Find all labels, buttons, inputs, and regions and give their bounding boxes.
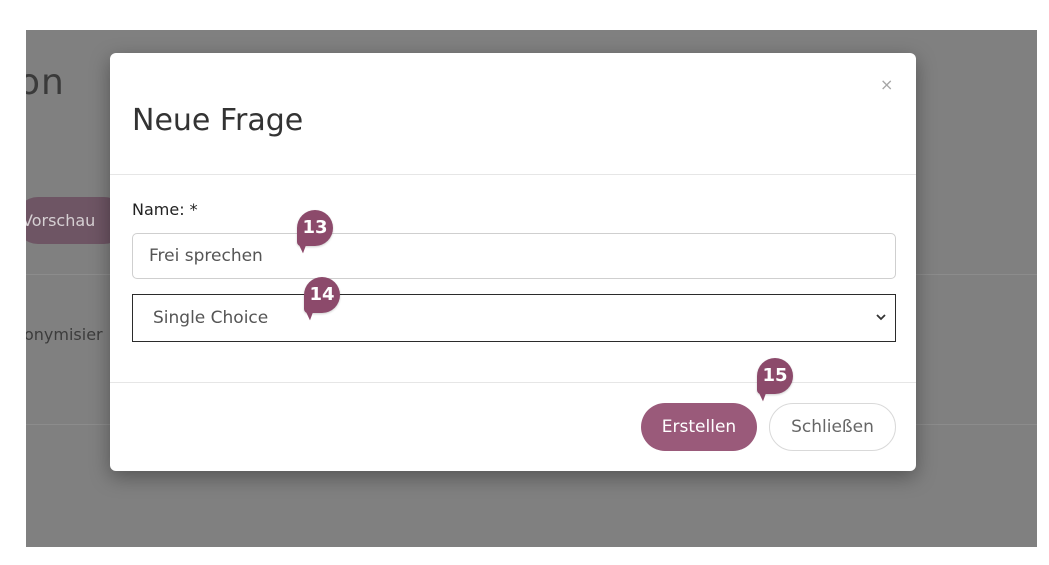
dialog-title: Neue Frage	[132, 103, 304, 138]
background-preview-label: Vorschau	[26, 211, 96, 230]
dialog-header: Neue Frage ×	[110, 53, 916, 175]
step-marker: 13	[297, 210, 333, 246]
create-button[interactable]: Erstellen	[641, 403, 757, 451]
step-marker: 14	[304, 277, 340, 313]
question-type-value: Single Choice	[153, 308, 269, 328]
name-label: Name: *	[132, 200, 198, 219]
step-marker: 15	[757, 358, 793, 394]
chevron-down-icon	[875, 295, 887, 361]
close-button[interactable]: Schließen	[769, 403, 896, 451]
close-icon[interactable]: ×	[880, 75, 893, 94]
background-anonymise-text: onymisier	[26, 325, 103, 344]
name-input[interactable]	[132, 233, 896, 279]
dialog-footer-divider	[110, 382, 916, 383]
background-page-title: on	[26, 62, 65, 103]
question-type-select[interactable]: Single Choice	[132, 294, 896, 342]
new-question-dialog: Neue Frage × Name: * Single Choice Erste…	[110, 53, 916, 471]
